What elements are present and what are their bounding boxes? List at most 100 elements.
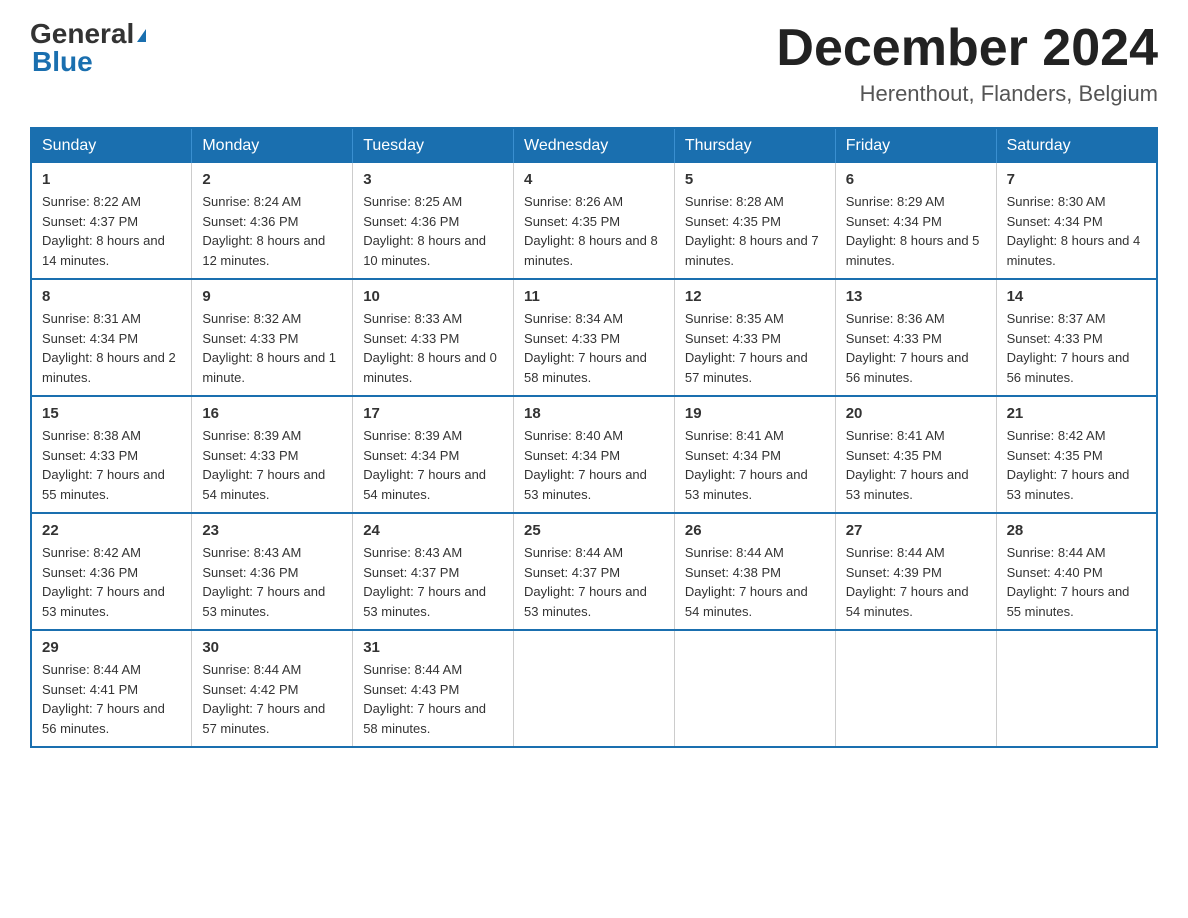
day-info: Sunrise: 8:44 AM Sunset: 4:41 PM Dayligh… [42, 660, 181, 738]
day-number: 22 [42, 522, 181, 539]
day-info: Sunrise: 8:42 AM Sunset: 4:35 PM Dayligh… [1007, 426, 1146, 504]
week-row-2: 8 Sunrise: 8:31 AM Sunset: 4:34 PM Dayli… [31, 279, 1157, 396]
day-number: 29 [42, 639, 181, 656]
week-row-3: 15 Sunrise: 8:38 AM Sunset: 4:33 PM Dayl… [31, 396, 1157, 513]
day-info: Sunrise: 8:44 AM Sunset: 4:37 PM Dayligh… [524, 543, 664, 621]
day-info: Sunrise: 8:36 AM Sunset: 4:33 PM Dayligh… [846, 309, 986, 387]
col-monday: Monday [192, 128, 353, 163]
calendar-header: Sunday Monday Tuesday Wednesday Thursday… [31, 128, 1157, 163]
calendar-cell: 30 Sunrise: 8:44 AM Sunset: 4:42 PM Dayl… [192, 630, 353, 747]
calendar-table: Sunday Monday Tuesday Wednesday Thursday… [30, 127, 1158, 748]
day-number: 6 [846, 171, 986, 188]
col-thursday: Thursday [674, 128, 835, 163]
logo-general: General [30, 20, 146, 48]
day-number: 3 [363, 171, 503, 188]
day-info: Sunrise: 8:31 AM Sunset: 4:34 PM Dayligh… [42, 309, 181, 387]
week-row-4: 22 Sunrise: 8:42 AM Sunset: 4:36 PM Dayl… [31, 513, 1157, 630]
logo: General Blue [30, 20, 146, 76]
day-info: Sunrise: 8:39 AM Sunset: 4:34 PM Dayligh… [363, 426, 503, 504]
day-number: 15 [42, 405, 181, 422]
calendar-cell: 6 Sunrise: 8:29 AM Sunset: 4:34 PM Dayli… [835, 163, 996, 279]
day-number: 30 [202, 639, 342, 656]
day-number: 24 [363, 522, 503, 539]
calendar-body: 1 Sunrise: 8:22 AM Sunset: 4:37 PM Dayli… [31, 163, 1157, 747]
col-friday: Friday [835, 128, 996, 163]
day-info: Sunrise: 8:37 AM Sunset: 4:33 PM Dayligh… [1007, 309, 1146, 387]
day-number: 11 [524, 288, 664, 305]
calendar-cell: 22 Sunrise: 8:42 AM Sunset: 4:36 PM Dayl… [31, 513, 192, 630]
day-info: Sunrise: 8:44 AM Sunset: 4:43 PM Dayligh… [363, 660, 503, 738]
day-number: 20 [846, 405, 986, 422]
day-number: 10 [363, 288, 503, 305]
calendar-cell: 18 Sunrise: 8:40 AM Sunset: 4:34 PM Dayl… [514, 396, 675, 513]
day-info: Sunrise: 8:33 AM Sunset: 4:33 PM Dayligh… [363, 309, 503, 387]
page-header: General Blue December 2024 Herenthout, F… [30, 20, 1158, 107]
calendar-cell: 9 Sunrise: 8:32 AM Sunset: 4:33 PM Dayli… [192, 279, 353, 396]
day-info: Sunrise: 8:41 AM Sunset: 4:35 PM Dayligh… [846, 426, 986, 504]
day-info: Sunrise: 8:44 AM Sunset: 4:38 PM Dayligh… [685, 543, 825, 621]
col-tuesday: Tuesday [353, 128, 514, 163]
day-number: 18 [524, 405, 664, 422]
day-number: 14 [1007, 288, 1146, 305]
calendar-cell: 19 Sunrise: 8:41 AM Sunset: 4:34 PM Dayl… [674, 396, 835, 513]
calendar-cell: 3 Sunrise: 8:25 AM Sunset: 4:36 PM Dayli… [353, 163, 514, 279]
day-info: Sunrise: 8:29 AM Sunset: 4:34 PM Dayligh… [846, 192, 986, 270]
day-info: Sunrise: 8:30 AM Sunset: 4:34 PM Dayligh… [1007, 192, 1146, 270]
day-number: 7 [1007, 171, 1146, 188]
day-number: 9 [202, 288, 342, 305]
day-number: 28 [1007, 522, 1146, 539]
calendar-cell: 4 Sunrise: 8:26 AM Sunset: 4:35 PM Dayli… [514, 163, 675, 279]
logo-blue: Blue [32, 48, 93, 76]
day-number: 1 [42, 171, 181, 188]
day-info: Sunrise: 8:44 AM Sunset: 4:42 PM Dayligh… [202, 660, 342, 738]
day-number: 27 [846, 522, 986, 539]
calendar-cell: 31 Sunrise: 8:44 AM Sunset: 4:43 PM Dayl… [353, 630, 514, 747]
calendar-cell: 11 Sunrise: 8:34 AM Sunset: 4:33 PM Dayl… [514, 279, 675, 396]
calendar-cell: 17 Sunrise: 8:39 AM Sunset: 4:34 PM Dayl… [353, 396, 514, 513]
day-info: Sunrise: 8:35 AM Sunset: 4:33 PM Dayligh… [685, 309, 825, 387]
calendar-cell: 20 Sunrise: 8:41 AM Sunset: 4:35 PM Dayl… [835, 396, 996, 513]
day-info: Sunrise: 8:28 AM Sunset: 4:35 PM Dayligh… [685, 192, 825, 270]
day-info: Sunrise: 8:26 AM Sunset: 4:35 PM Dayligh… [524, 192, 664, 270]
day-number: 23 [202, 522, 342, 539]
calendar-cell: 7 Sunrise: 8:30 AM Sunset: 4:34 PM Dayli… [996, 163, 1157, 279]
calendar-cell [835, 630, 996, 747]
title-area: December 2024 Herenthout, Flanders, Belg… [776, 20, 1158, 107]
day-number: 13 [846, 288, 986, 305]
day-number: 31 [363, 639, 503, 656]
day-number: 25 [524, 522, 664, 539]
day-number: 17 [363, 405, 503, 422]
calendar-cell: 29 Sunrise: 8:44 AM Sunset: 4:41 PM Dayl… [31, 630, 192, 747]
day-number: 2 [202, 171, 342, 188]
day-number: 5 [685, 171, 825, 188]
calendar-cell [996, 630, 1157, 747]
day-info: Sunrise: 8:44 AM Sunset: 4:39 PM Dayligh… [846, 543, 986, 621]
calendar-cell: 14 Sunrise: 8:37 AM Sunset: 4:33 PM Dayl… [996, 279, 1157, 396]
day-info: Sunrise: 8:43 AM Sunset: 4:37 PM Dayligh… [363, 543, 503, 621]
calendar-cell: 1 Sunrise: 8:22 AM Sunset: 4:37 PM Dayli… [31, 163, 192, 279]
week-row-5: 29 Sunrise: 8:44 AM Sunset: 4:41 PM Dayl… [31, 630, 1157, 747]
col-sunday: Sunday [31, 128, 192, 163]
location-subtitle: Herenthout, Flanders, Belgium [776, 81, 1158, 107]
calendar-cell: 2 Sunrise: 8:24 AM Sunset: 4:36 PM Dayli… [192, 163, 353, 279]
day-number: 21 [1007, 405, 1146, 422]
col-wednesday: Wednesday [514, 128, 675, 163]
day-info: Sunrise: 8:42 AM Sunset: 4:36 PM Dayligh… [42, 543, 181, 621]
calendar-cell: 12 Sunrise: 8:35 AM Sunset: 4:33 PM Dayl… [674, 279, 835, 396]
day-number: 4 [524, 171, 664, 188]
calendar-cell: 26 Sunrise: 8:44 AM Sunset: 4:38 PM Dayl… [674, 513, 835, 630]
header-row: Sunday Monday Tuesday Wednesday Thursday… [31, 128, 1157, 163]
day-info: Sunrise: 8:25 AM Sunset: 4:36 PM Dayligh… [363, 192, 503, 270]
calendar-cell: 16 Sunrise: 8:39 AM Sunset: 4:33 PM Dayl… [192, 396, 353, 513]
calendar-cell: 15 Sunrise: 8:38 AM Sunset: 4:33 PM Dayl… [31, 396, 192, 513]
week-row-1: 1 Sunrise: 8:22 AM Sunset: 4:37 PM Dayli… [31, 163, 1157, 279]
day-number: 19 [685, 405, 825, 422]
calendar-cell: 25 Sunrise: 8:44 AM Sunset: 4:37 PM Dayl… [514, 513, 675, 630]
calendar-cell [674, 630, 835, 747]
calendar-cell: 23 Sunrise: 8:43 AM Sunset: 4:36 PM Dayl… [192, 513, 353, 630]
calendar-cell [514, 630, 675, 747]
day-info: Sunrise: 8:24 AM Sunset: 4:36 PM Dayligh… [202, 192, 342, 270]
day-number: 26 [685, 522, 825, 539]
calendar-cell: 5 Sunrise: 8:28 AM Sunset: 4:35 PM Dayli… [674, 163, 835, 279]
col-saturday: Saturday [996, 128, 1157, 163]
